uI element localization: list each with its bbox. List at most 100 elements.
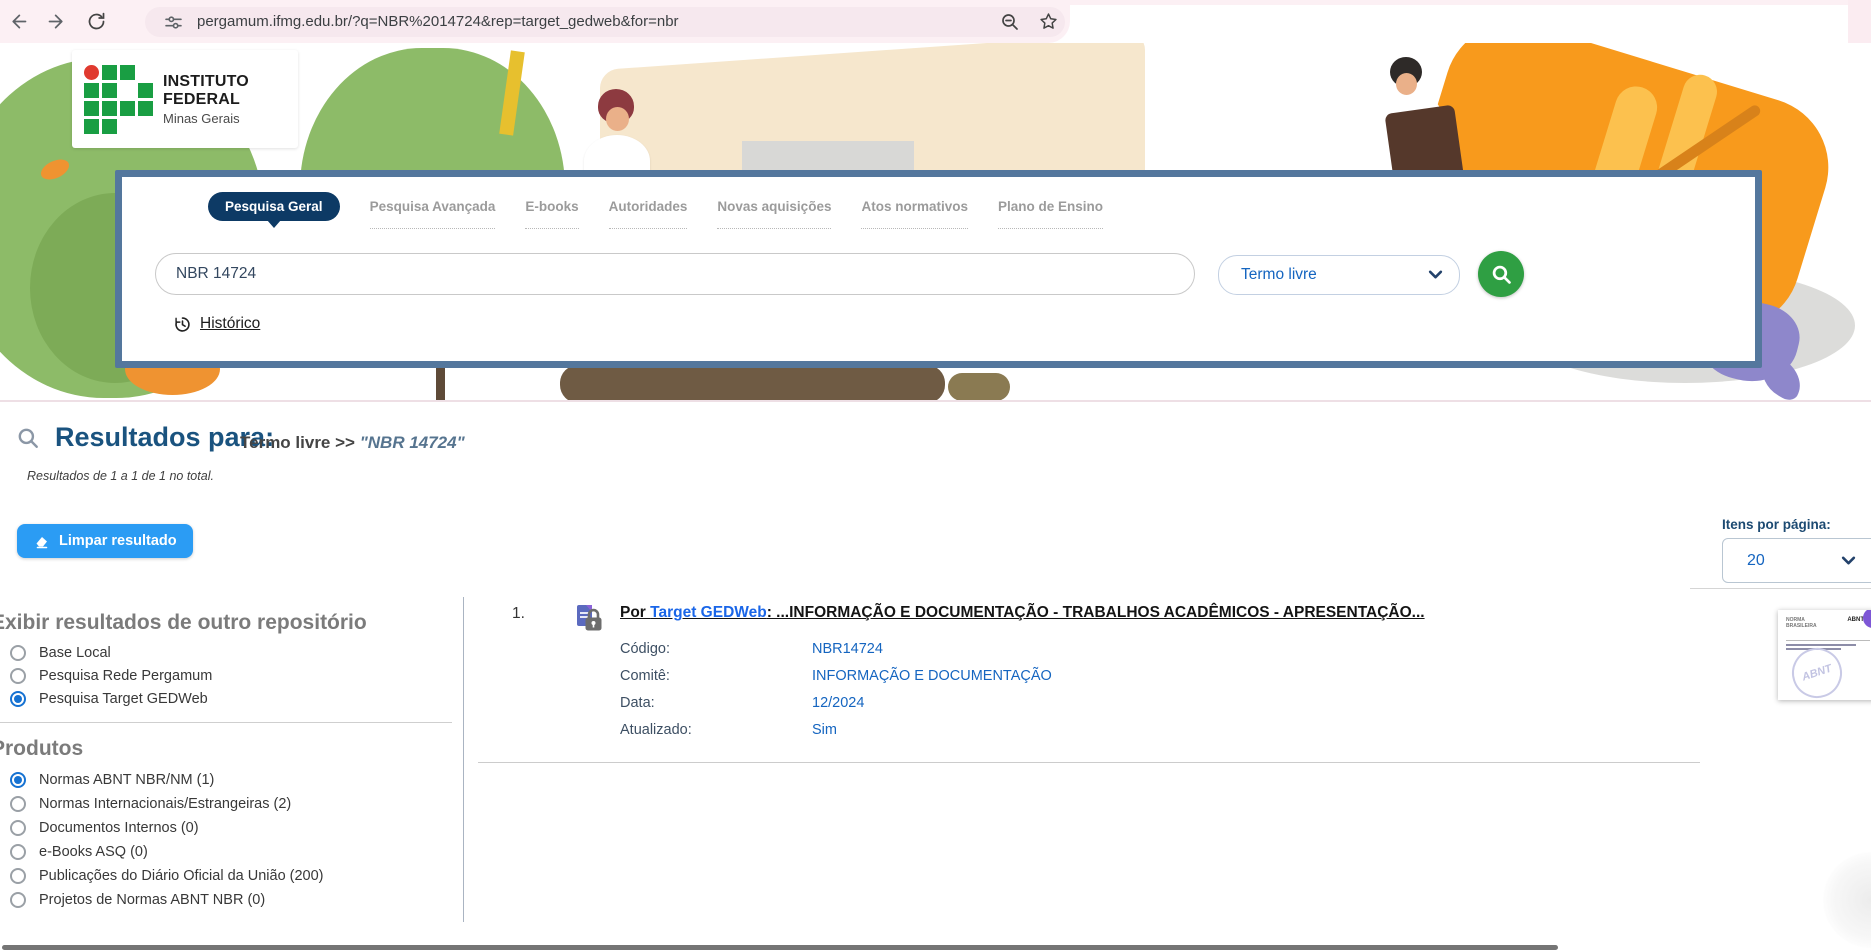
results-query: "NBR 14724"	[360, 433, 465, 452]
person2-face	[1396, 73, 1417, 95]
zoom-out-icon[interactable]	[1000, 12, 1020, 32]
tab-atos-normativos[interactable]: Atos normativos	[861, 199, 968, 229]
field-value: 12/2024	[812, 695, 864, 711]
product-option-label: Normas ABNT NBR/NM (1)	[39, 772, 214, 788]
search-type-value: Termo livre	[1241, 266, 1317, 284]
radio-icon[interactable]	[10, 645, 26, 661]
browser-toolbar: pergamum.ifmg.edu.br/?q=NBR%2014724&rep=…	[0, 0, 1070, 43]
clear-results-button[interactable]: Limpar resultado	[17, 524, 193, 558]
clear-results-label: Limpar resultado	[59, 533, 177, 549]
horizontal-scrollbar-thumb[interactable]	[2, 945, 1558, 950]
thumbnail-header-left: NORMA BRASILEIRA	[1786, 617, 1817, 629]
tab-pesquisa-avancada[interactable]: Pesquisa Avançada	[370, 199, 496, 229]
repo-option-label: Pesquisa Target GEDWeb	[39, 691, 208, 707]
tab-pesquisa-geral[interactable]: Pesquisa Geral	[208, 192, 340, 221]
product-option-label: Normas Internacionais/Estrangeiras (2)	[39, 796, 291, 812]
banner-divider	[0, 400, 1871, 402]
product-option-label: Publicações do Diário Oficial da União (…	[39, 868, 324, 884]
repo-option-label: Pesquisa Rede Pergamum	[39, 668, 212, 684]
repo-option-base-local[interactable]: Base Local	[10, 645, 111, 661]
ifmg-logo-icon	[84, 65, 153, 134]
search-tabs: Pesquisa Geral Pesquisa Avançada E-books…	[208, 199, 1103, 229]
items-per-page-select[interactable]: 20	[1722, 538, 1871, 583]
result-title-link[interactable]: Por Target GEDWeb: ...INFORMAÇÃO E DOCUM…	[620, 604, 1425, 622]
repo-option-target-gedweb[interactable]: Pesquisa Target GEDWeb	[10, 691, 208, 707]
results-search-icon	[16, 426, 40, 450]
search-input[interactable]	[155, 253, 1195, 295]
field-value: INFORMAÇÃO E DOCUMENTAÇÃO	[812, 668, 1052, 684]
forward-icon[interactable]	[46, 11, 67, 32]
scroll-top-button[interactable]	[1823, 852, 1871, 948]
person1-face	[606, 107, 629, 131]
product-option-projetos-normas[interactable]: Projetos de Normas ABNT NBR (0)	[10, 892, 265, 908]
radio-icon-checked[interactable]	[10, 691, 26, 707]
radio-icon-checked[interactable]	[10, 772, 26, 788]
radio-icon[interactable]	[10, 796, 26, 812]
products-heading: Produtos	[0, 737, 83, 761]
search-type-select[interactable]: Termo livre	[1218, 255, 1460, 295]
sidebar-results-divider	[463, 597, 464, 922]
field-label: Código:	[620, 641, 670, 657]
ifmg-logo-card: INSTITUTO FEDERAL Minas Gerais	[72, 50, 298, 148]
result-title-source: Target GEDWeb	[650, 604, 767, 621]
tab-plano-de-ensino[interactable]: Plano de Ensino	[998, 199, 1103, 229]
document-lock-icon	[576, 604, 604, 634]
thumbnail-header-right: ABNT	[1847, 617, 1864, 623]
eraser-icon	[33, 534, 50, 549]
reload-icon[interactable]	[86, 11, 107, 32]
radio-icon[interactable]	[10, 868, 26, 884]
table-silhouette-shape	[560, 365, 945, 400]
items-per-page-value: 20	[1747, 552, 1765, 570]
field-label: Data:	[620, 695, 655, 711]
repo-option-rede-pergamum[interactable]: Pesquisa Rede Pergamum	[10, 668, 212, 684]
bookmark-star-icon[interactable]	[1038, 11, 1059, 32]
product-option-label: Projetos de Normas ABNT NBR (0)	[39, 892, 265, 908]
result-title-prefix: Por	[620, 604, 650, 621]
field-value: NBR14724	[812, 641, 883, 657]
radio-icon[interactable]	[10, 820, 26, 836]
chevron-down-icon	[1428, 269, 1443, 280]
search-icon	[1490, 263, 1513, 286]
radio-icon[interactable]	[10, 668, 26, 684]
items-per-page-divider	[1690, 588, 1871, 589]
product-option-normas-abnt[interactable]: Normas ABNT NBR/NM (1)	[10, 772, 214, 788]
tab-ebooks[interactable]: E-books	[525, 199, 578, 229]
tab-novas-aquisicoes[interactable]: Novas aquisições	[717, 199, 831, 229]
history-link[interactable]: Histórico	[174, 315, 260, 333]
olive-accent-shape	[948, 373, 1010, 400]
history-icon	[174, 316, 191, 333]
result-title-text: : ...INFORMAÇÃO E DOCUMENTAÇÃO - TRABALH…	[767, 604, 1425, 621]
radio-icon[interactable]	[10, 844, 26, 860]
result-index: 1.	[512, 605, 525, 623]
logo-subtitle: Minas Gerais	[163, 111, 298, 126]
back-icon[interactable]	[8, 11, 29, 32]
chevron-down-icon	[1841, 555, 1856, 566]
results-count: Resultados de 1 a 1 de 1 no total.	[27, 469, 214, 483]
repo-option-label: Base Local	[39, 645, 111, 661]
results-subtitle-prefix: Termo livre >>	[240, 433, 360, 452]
thumbnail-badge	[1863, 610, 1871, 628]
repo-heading: Exibir resultados de outro repositório	[0, 611, 367, 635]
radio-icon[interactable]	[10, 892, 26, 908]
field-value: Sim	[812, 722, 837, 738]
search-button[interactable]	[1478, 251, 1524, 297]
product-option-ebooks-asq[interactable]: e-Books ASQ (0)	[10, 844, 148, 860]
thumbnail-title-bar	[1786, 644, 1856, 646]
product-option-diario-oficial[interactable]: Publicações do Diário Oficial da União (…	[10, 868, 324, 884]
product-option-label: e-Books ASQ (0)	[39, 844, 148, 860]
site-settings-icon[interactable]	[165, 14, 182, 31]
items-per-page-label: Itens por página:	[1722, 517, 1831, 532]
field-label: Atualizado:	[620, 722, 692, 738]
tab-autoridades[interactable]: Autoridades	[609, 199, 688, 229]
url-text[interactable]: pergamum.ifmg.edu.br/?q=NBR%2014724&rep=…	[197, 13, 679, 30]
result-thumbnail[interactable]: NORMA BRASILEIRA ABNT ABNT	[1778, 610, 1871, 700]
field-label: Comitê:	[620, 668, 670, 684]
search-panel: Pesquisa Geral Pesquisa Avançada E-books…	[115, 170, 1762, 368]
product-option-normas-internacionais[interactable]: Normas Internacionais/Estrangeiras (2)	[10, 796, 291, 812]
sidebar-divider	[0, 722, 452, 723]
thumbnail-rule	[1786, 640, 1870, 641]
product-option-documentos-internos[interactable]: Documentos Internos (0)	[10, 820, 199, 836]
product-option-label: Documentos Internos (0)	[39, 820, 199, 836]
results-subtitle: Termo livre >> "NBR 14724"	[240, 433, 465, 453]
thumbnail-abnt-watermark: ABNT	[1785, 641, 1848, 700]
